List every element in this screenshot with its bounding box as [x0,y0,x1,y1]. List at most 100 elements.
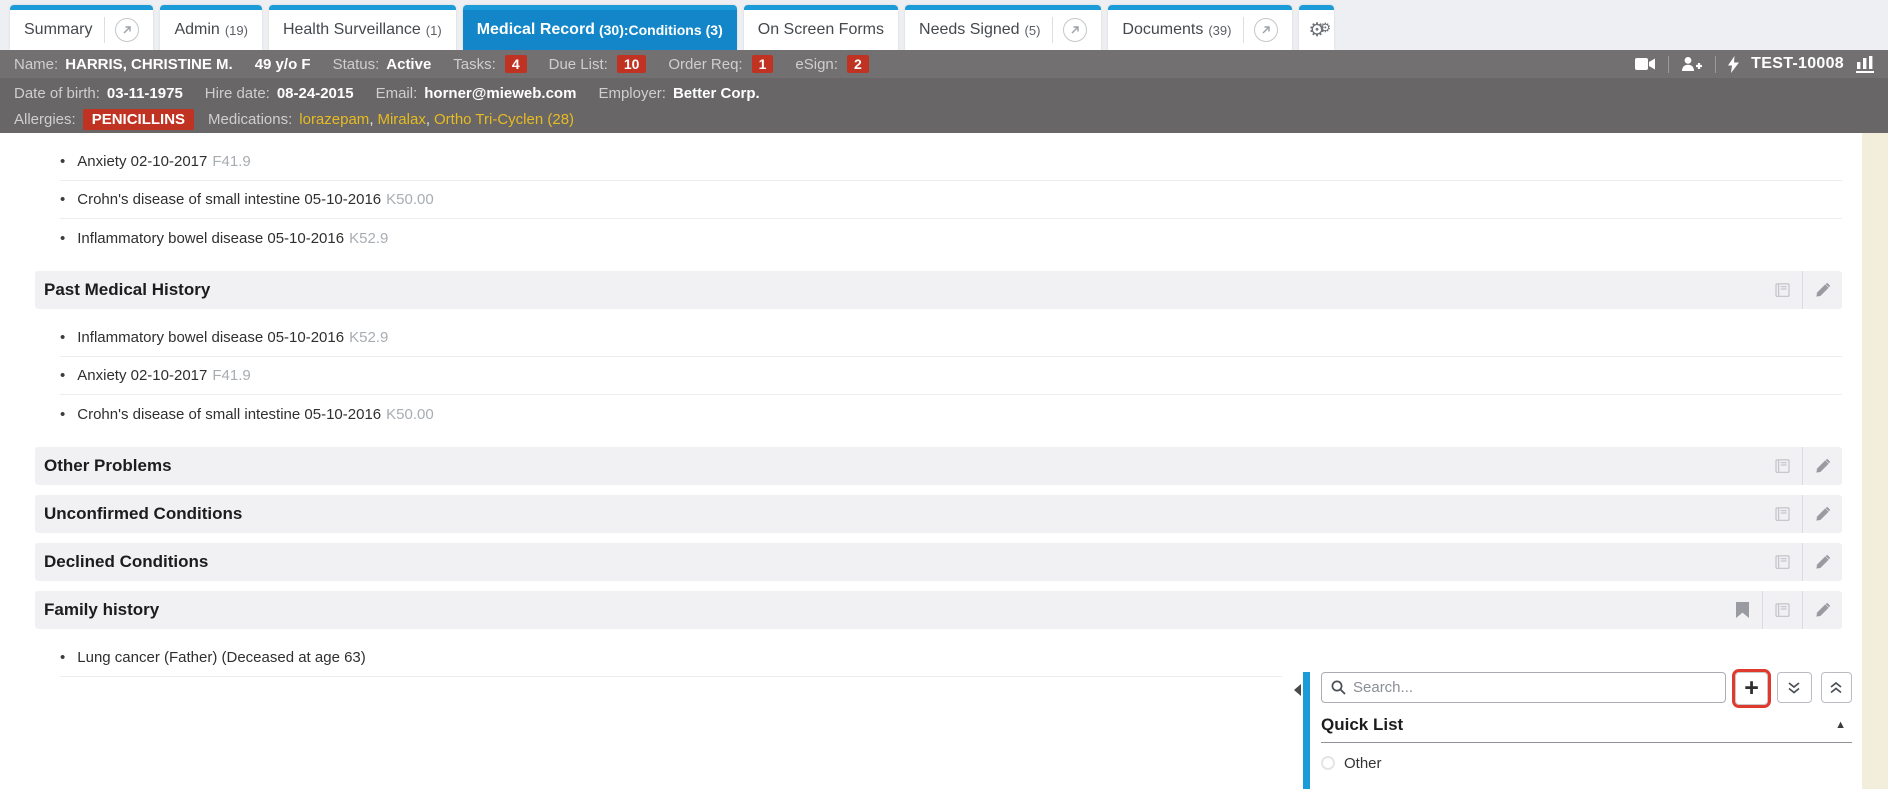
right-edge-strip [1862,133,1888,789]
tab-divider [1243,17,1244,43]
tasks-group: Tasks: 4 [453,55,526,73]
add-condition-button[interactable]: + [1735,672,1768,705]
section-edit-pencil-button[interactable] [1802,447,1842,485]
patient-name[interactable]: HARRIS, CHRISTINE M. [65,56,233,73]
email-label: Email: [376,85,418,102]
tab-admin-count: (19) [225,23,248,38]
section-bookmark-button[interactable] [1722,591,1762,629]
medication-link[interactable]: Miralax [377,111,425,128]
popout-arrow-icon[interactable] [1254,18,1278,42]
icd-code: K50.00 [386,406,434,423]
section-title: Family history [44,600,159,620]
status-value: Active [386,56,431,73]
tab-documents[interactable]: Documents (39) [1108,5,1292,50]
tab-divider [1052,17,1053,43]
employer-label: Employer: [598,85,666,102]
bar-chart-icon[interactable] [1856,56,1874,73]
collapse-caret-icon[interactable]: ▲ [1835,719,1846,731]
add-contact-icon[interactable] [1681,56,1703,72]
tasks-label: Tasks: [453,56,496,73]
tab-on-screen-forms-label: On Screen Forms [758,21,884,39]
demographics-line: Date of birth: 03-11-1975 Hire date: 08-… [14,80,1874,106]
section-family-history: Family history [35,591,1842,629]
tab-medical-record-label: Medical Record [477,21,595,39]
medications-label: Medications: [208,111,292,128]
icd-code: K52.9 [349,230,388,247]
section-unconfirmed-conditions: Unconfirmed Conditions [35,495,1842,533]
tab-bar: Summary Admin (19) Health Surveillance (… [0,0,1888,50]
search-box[interactable] [1321,672,1726,703]
expand-all-button[interactable] [1777,672,1812,703]
due-list-label: Due List: [549,56,608,73]
order-req-group: Order Req: 1 [668,55,773,73]
chart-id: TEST-10008 [1751,55,1844,73]
tab-needs-signed[interactable]: Needs Signed (5) [905,5,1101,50]
icd-code: F41.9 [212,153,250,170]
section-log-button[interactable] [1762,543,1802,581]
section-log-button[interactable] [1762,495,1802,533]
video-camera-icon[interactable] [1635,57,1656,71]
search-input[interactable] [1353,679,1716,696]
medication-link[interactable]: lorazepam [299,111,369,128]
due-list-count-badge[interactable]: 10 [617,55,647,73]
lightning-bolt-icon[interactable] [1728,56,1739,73]
order-req-count-badge[interactable]: 1 [752,55,774,73]
due-list-group: Due List: 10 [549,55,647,73]
esign-label: eSign: [795,56,838,73]
tab-health-surveillance[interactable]: Health Surveillance (1) [269,5,456,50]
condition-row[interactable]: Anxiety 02-10-2017 F41.9 [60,143,1842,181]
condition-row[interactable]: Crohn's disease of small intestine 05-10… [60,181,1842,219]
section-edit-pencil-button[interactable] [1802,271,1842,309]
section-edit-pencil-button[interactable] [1802,543,1842,581]
section-past-medical-history: Past Medical History [35,271,1842,309]
tab-needs-signed-label: Needs Signed [919,21,1020,39]
esign-count-badge[interactable]: 2 [847,55,869,73]
section-edit-pencil-button[interactable] [1802,591,1842,629]
collapse-all-button[interactable] [1821,672,1852,703]
header-right-tools: TEST-10008 [1635,55,1874,73]
section-log-button[interactable] [1762,591,1802,629]
quick-list-header[interactable]: Quick List ▲ [1321,707,1852,743]
condition-row[interactable]: Lung cancer (Father) (Deceased at age 63… [60,639,1282,677]
patient-age-sex: 49 y/o F [255,56,311,73]
allergy-badge[interactable]: PENICILLINS [83,109,194,130]
quick-list-title: Quick List [1321,715,1403,735]
tab-conditions-count: (3) [706,22,723,38]
section-log-button[interactable] [1762,271,1802,309]
icd-code: K50.00 [386,191,434,208]
quick-list-item-other[interactable]: Other [1321,743,1852,783]
quick-list-item-label: Other [1344,755,1382,772]
section-declined-conditions: Declined Conditions [35,543,1842,581]
section-other-problems: Other Problems [35,447,1842,485]
tab-documents-count: (39) [1208,23,1231,38]
tab-divider [104,17,105,43]
search-icon [1331,680,1346,695]
patient-status-group: Status: Active [333,56,432,73]
hire-date-label: Hire date: [205,85,270,102]
condition-search-panel: + Quick List ▲ Other [1294,672,1856,789]
search-row: + [1321,672,1852,705]
tab-summary-label: Summary [24,21,92,39]
condition-row[interactable]: Inflammatory bowel disease 05-10-2016 K5… [60,219,1842,257]
section-edit-pencil-button[interactable] [1802,495,1842,533]
condition-row[interactable]: Inflammatory bowel disease 05-10-2016 K5… [60,319,1842,357]
tab-summary[interactable]: Summary [10,5,153,50]
section-log-button[interactable] [1762,447,1802,485]
tab-medical-record-count: (30) [599,22,624,38]
settings-gear-button[interactable]: ⚙⚙ [1299,5,1334,50]
tab-conditions-label: :Conditions [624,22,702,38]
popout-arrow-icon[interactable] [115,18,139,42]
medication-link[interactable]: Ortho Tri-Cyclen (28) [434,111,574,128]
section-title: Past Medical History [44,280,210,300]
condition-row[interactable]: Crohn's disease of small intestine 05-10… [60,395,1842,433]
popout-arrow-icon[interactable] [1063,18,1087,42]
tab-medical-record-conditions[interactable]: Medical Record (30) :Conditions (3) [463,5,737,50]
panel-collapse-arrow[interactable] [1294,684,1301,696]
tab-admin-label: Admin [174,21,219,39]
order-req-label: Order Req: [668,56,742,73]
condition-row[interactable]: Anxiety 02-10-2017 F41.9 [60,357,1842,395]
dob-label: Date of birth: [14,85,100,102]
tab-admin[interactable]: Admin (19) [160,5,261,50]
tasks-count-badge[interactable]: 4 [505,55,527,73]
tab-on-screen-forms[interactable]: On Screen Forms [744,5,898,50]
